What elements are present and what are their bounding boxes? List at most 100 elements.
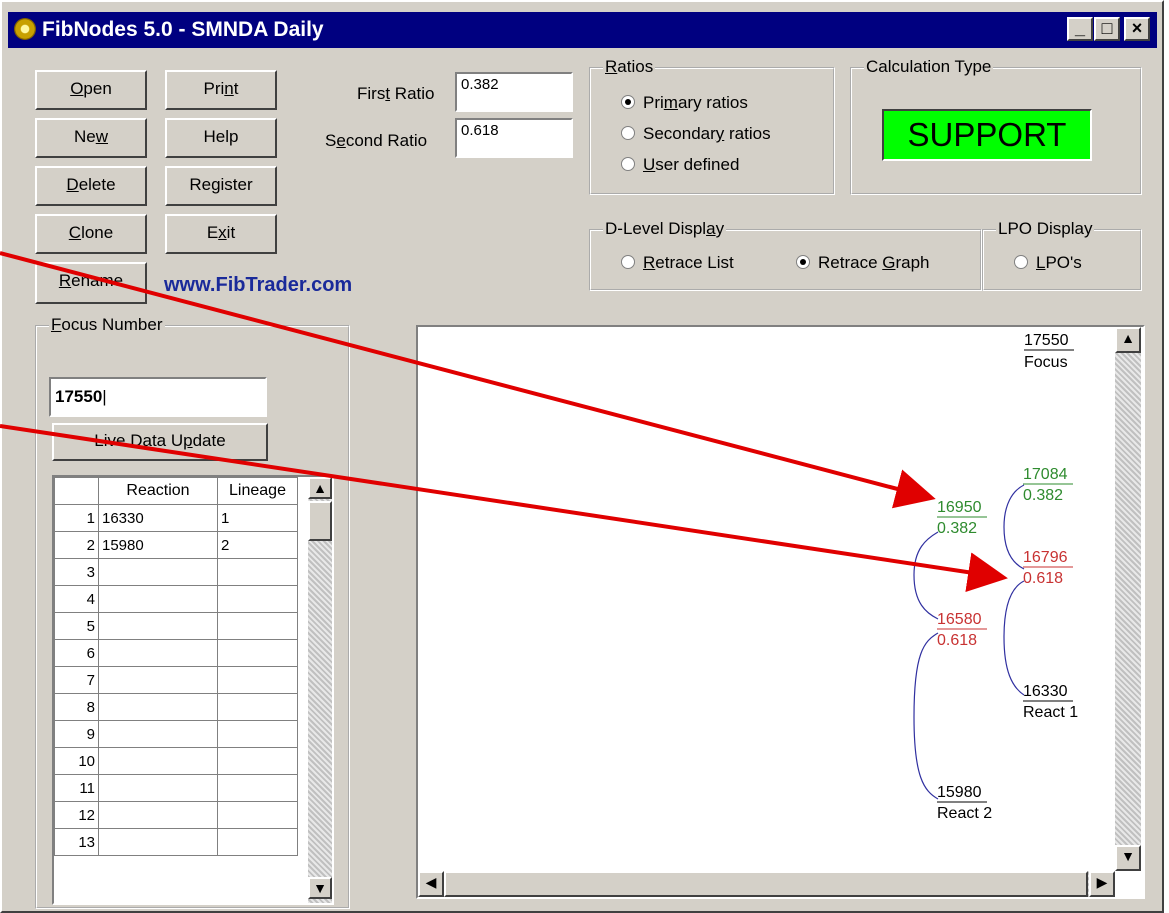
scroll-right-icon[interactable]: ▶ [1089,871,1115,897]
node-ratio: React 1 [1023,704,1078,721]
reaction-cell[interactable] [98,666,218,694]
minimize-button[interactable]: _ [1067,17,1093,41]
close-button[interactable]: × [1124,17,1150,41]
scroll-down-icon[interactable]: ▼ [308,877,332,899]
row-number-cell: 11 [54,774,99,802]
lineage-cell[interactable] [217,585,298,613]
node-value: 16580 [937,611,982,628]
delete-button[interactable]: Delete [35,166,147,206]
lineage-cell[interactable] [217,558,298,586]
app-window: FibNodes 5.0 - SMNDA Daily _ □ × Open Pr… [0,0,1164,913]
dlevel-display-group: D-Level Display Retrace List Retrace Gra… [589,219,982,291]
first-ratio-input[interactable]: 0.382 [455,72,573,112]
table-row[interactable]: 12 [54,801,298,829]
node-value: 15980 [937,784,982,801]
table-row[interactable]: 10 [54,747,298,775]
lineage-cell[interactable] [217,774,298,802]
lineage-cell[interactable] [217,639,298,667]
first-ratio-label: First Ratio [357,84,435,103]
live-data-update-button[interactable]: Live Data Update [52,423,268,461]
lpo-display-group: LPO Display LPO's [982,219,1142,291]
lineage-cell[interactable] [217,828,298,856]
row-number-cell: 8 [54,693,99,721]
title-bar[interactable]: FibNodes 5.0 - SMNDA Daily _ □ × [8,12,1157,48]
reaction-cell[interactable] [98,639,218,667]
focus-number-input[interactable]: 17550| [49,377,267,417]
reaction-grid[interactable]: Reaction Lineage 1 16330 1 2 15980 2 3 4 5 6 7 8 9 10… [52,475,334,905]
scroll-up-icon[interactable]: ▲ [308,477,332,499]
table-row[interactable]: 1 16330 1 [54,504,298,532]
reaction-cell[interactable]: 15980 [98,531,218,559]
reaction-cell[interactable] [98,693,218,721]
calculation-type-group: Calculation Type SUPPORT [850,57,1142,195]
row-number-cell: 10 [54,747,99,775]
reaction-cell[interactable] [98,828,218,856]
reaction-cell[interactable] [98,801,218,829]
website-link[interactable]: www.FibTrader.com [164,274,352,297]
bracket-right-upper [1003,484,1025,570]
reaction-cell[interactable] [98,774,218,802]
lineage-cell[interactable] [217,612,298,640]
reaction-cell[interactable] [98,720,218,748]
lineage-cell[interactable] [217,720,298,748]
table-row[interactable]: 3 [54,558,298,586]
ratios-group: Ratios Primary ratios Secondary ratios U… [589,57,835,195]
second-ratio-label: Second Ratio [325,131,428,150]
table-row[interactable]: 9 [54,720,298,748]
reaction-cell[interactable] [98,558,218,586]
graph-vertical-scrollbar[interactable]: ▲ ▼ [1115,327,1141,871]
lineage-cell[interactable]: 2 [217,531,298,559]
retrace-list-radio[interactable]: Retrace List [621,253,734,273]
scroll-thumb[interactable] [308,501,332,541]
reaction-cell[interactable] [98,747,218,775]
retrace-graph-radio[interactable]: Retrace Graph [796,253,930,273]
secondary-ratios-radio[interactable]: Secondary ratios [621,124,771,144]
help-button[interactable]: Help [165,118,277,158]
open-button[interactable]: Open [35,70,147,110]
user-defined-radio[interactable]: User defined [621,155,739,175]
row-number-cell: 13 [54,828,99,856]
lineage-cell[interactable] [217,666,298,694]
reaction-cell[interactable] [98,585,218,613]
exit-button[interactable]: Exit [165,214,277,254]
print-button[interactable]: Print [165,70,277,110]
row-number-cell: 3 [54,558,99,586]
second-ratio-input[interactable]: 0.618 [455,118,573,158]
table-row[interactable]: 8 [54,693,298,721]
scroll-left-icon[interactable]: ◀ [418,871,444,897]
calculation-type-title: Calculation Type [864,57,994,77]
maximize-button[interactable]: □ [1094,17,1120,41]
reaction-cell[interactable] [98,612,218,640]
primary-ratios-radio[interactable]: Primary ratios [621,93,748,113]
table-row[interactable]: 11 [54,774,298,802]
radio-icon [1014,255,1028,269]
lineage-cell[interactable] [217,747,298,775]
table-row[interactable]: 5 [54,612,298,640]
retrace-graph-panel: 17550 Focus 17084 0.382 16950 0.382 16796 0.618… [416,325,1145,899]
table-row[interactable]: 2 15980 2 [54,531,298,559]
table-row[interactable]: 4 [54,585,298,613]
lineage-cell[interactable] [217,801,298,829]
grid-scrollbar[interactable]: ▲ ▼ [308,477,332,903]
scroll-down-icon[interactable]: ▼ [1115,845,1141,871]
graph-horizontal-scrollbar[interactable]: ◀ ▶ [418,871,1115,897]
rename-button[interactable]: Rename [35,262,147,304]
lpo-radio[interactable]: LPO's [1014,253,1082,273]
register-button[interactable]: Register [165,166,277,206]
app-icon [14,18,36,40]
lineage-cell[interactable] [217,693,298,721]
scroll-up-icon[interactable]: ▲ [1115,327,1141,353]
table-row[interactable]: 7 [54,666,298,694]
bracket-right-lower [1003,580,1025,696]
radio-selected-icon [621,95,635,109]
table-row[interactable]: 13 [54,828,298,856]
reaction-table: Reaction Lineage 1 16330 1 2 15980 2 3 4 5 6 7 8 9 10… [54,477,298,856]
h-scroll-thumb[interactable] [444,871,1088,897]
clone-button[interactable]: Clone [35,214,147,254]
header-cell [54,477,99,505]
new-button[interactable]: New [35,118,147,158]
table-row[interactable]: 6 [54,639,298,667]
lineage-cell[interactable]: 1 [217,504,298,532]
reaction-cell[interactable]: 16330 [98,504,218,532]
radio-icon [621,157,635,171]
